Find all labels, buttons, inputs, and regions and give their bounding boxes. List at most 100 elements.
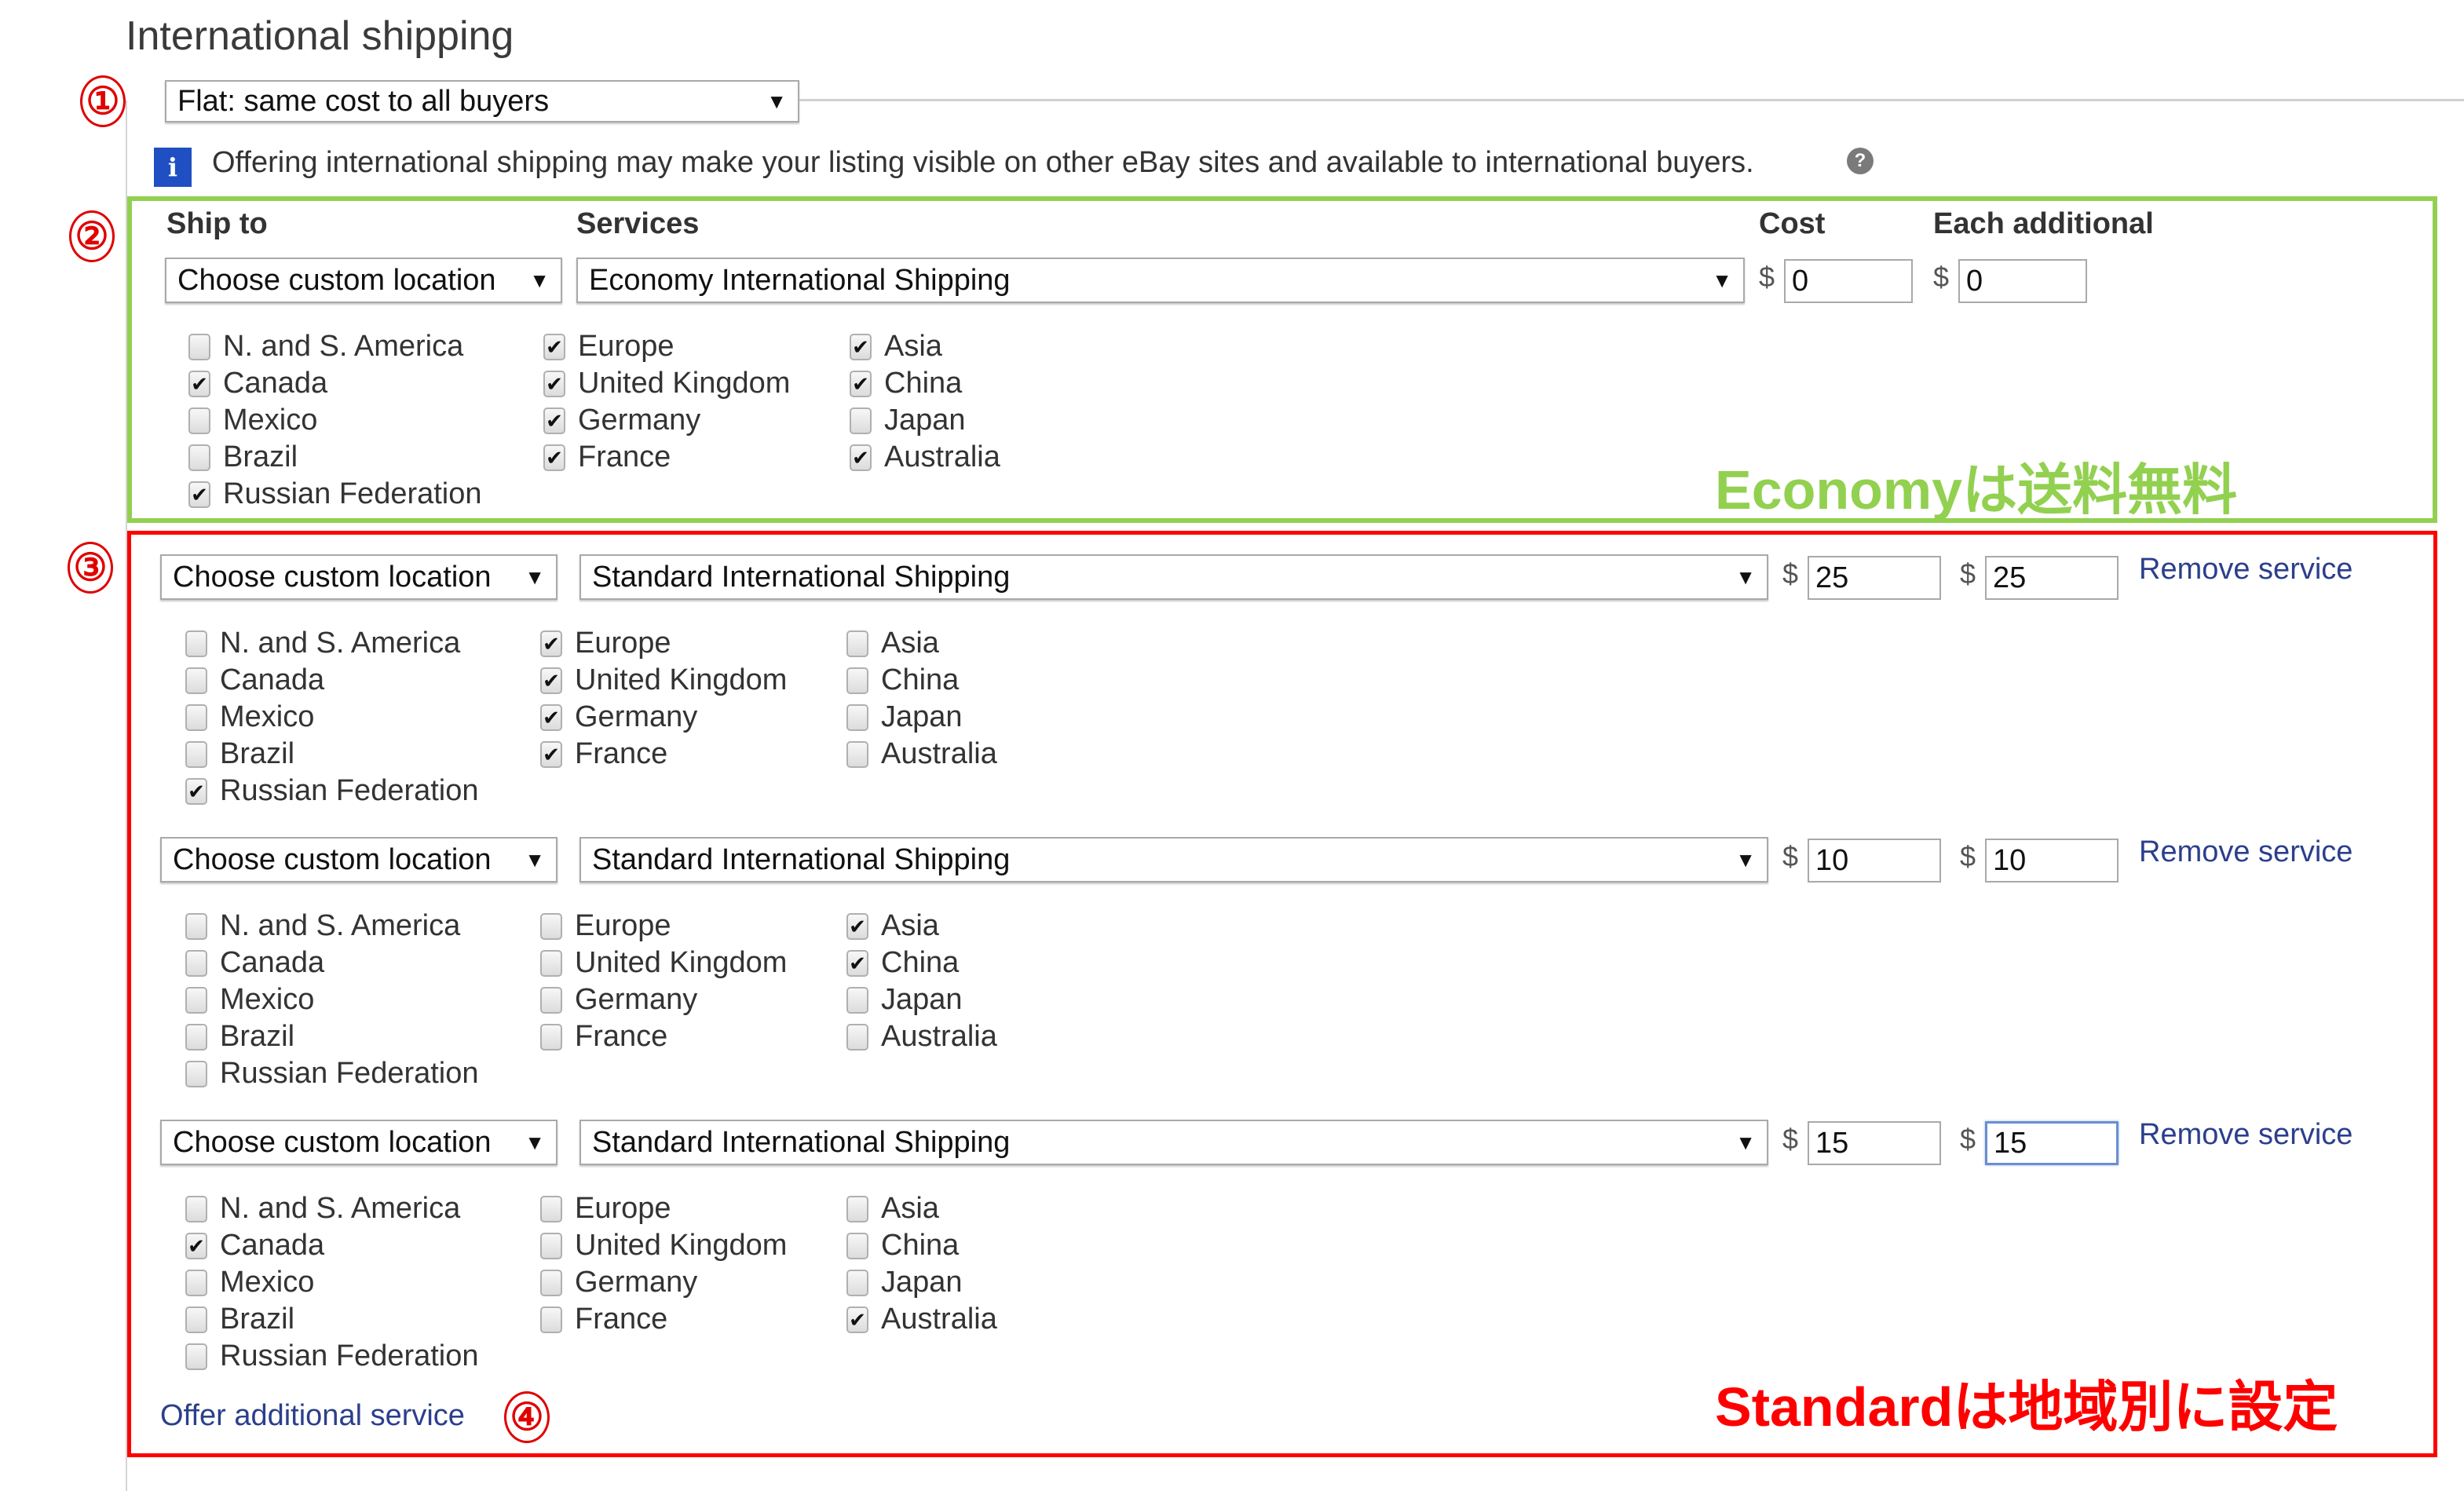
checkbox-checked[interactable]: ✔	[543, 370, 565, 397]
shipping-service-select[interactable]: Standard International Shipping ▼	[579, 1120, 1768, 1165]
each-additional-input[interactable]	[1958, 259, 2087, 303]
checkbox-unchecked[interactable]	[185, 1023, 207, 1051]
ship-to-location-select[interactable]: Choose custom location ▼	[160, 554, 558, 600]
region-checkbox-item[interactable]: Mexico	[185, 699, 314, 736]
region-checkbox-item[interactable]: Brazil	[188, 439, 298, 476]
checkbox-checked[interactable]: ✔	[185, 777, 207, 805]
cost-input[interactable]	[1784, 259, 1913, 303]
region-checkbox-item[interactable]: Asia	[846, 625, 939, 662]
region-checkbox-item[interactable]: Brazil	[185, 736, 294, 773]
region-checkbox-item[interactable]: Australia	[846, 1018, 997, 1055]
checkbox-checked[interactable]: ✔	[543, 333, 565, 360]
checkbox-unchecked[interactable]	[846, 1023, 868, 1051]
region-checkbox-item[interactable]: ✔ France	[543, 439, 671, 476]
checkbox-checked[interactable]: ✔	[540, 630, 562, 657]
region-checkbox-item[interactable]: ✔ Europe	[540, 625, 671, 662]
region-checkbox-item[interactable]: China	[846, 662, 959, 699]
checkbox-unchecked[interactable]	[846, 1232, 868, 1259]
cost-input[interactable]	[1808, 839, 1941, 883]
region-checkbox-item[interactable]: Russian Federation	[185, 1338, 479, 1375]
checkbox-unchecked[interactable]	[185, 1060, 207, 1087]
ship-to-location-select[interactable]: Choose custom location ▼	[160, 837, 558, 883]
region-checkbox-item[interactable]: ✔ Canada	[185, 1227, 324, 1264]
region-checkbox-item[interactable]: France	[540, 1018, 667, 1055]
region-checkbox-item[interactable]: ✔ Germany	[540, 699, 697, 736]
region-checkbox-item[interactable]: Japan	[846, 1264, 963, 1301]
remove-service-link[interactable]: Remove service	[2139, 835, 2352, 869]
region-checkbox-item[interactable]: China	[846, 1227, 959, 1264]
checkbox-unchecked[interactable]	[846, 986, 868, 1014]
checkbox-checked[interactable]: ✔	[846, 949, 868, 977]
checkbox-unchecked[interactable]	[846, 630, 868, 657]
each-additional-input[interactable]	[1985, 839, 2119, 883]
region-checkbox-item[interactable]: ✔ United Kingdom	[543, 365, 790, 402]
shipping-service-select[interactable]: Standard International Shipping ▼	[579, 837, 1768, 883]
checkbox-unchecked[interactable]	[846, 703, 868, 731]
checkbox-unchecked[interactable]	[185, 740, 207, 768]
shipping-service-select[interactable]: Standard International Shipping ▼	[579, 554, 1768, 600]
region-checkbox-item[interactable]: Mexico	[188, 402, 317, 439]
region-checkbox-item[interactable]: Japan	[850, 402, 966, 439]
region-checkbox-item[interactable]: ✔ China	[846, 945, 959, 981]
shipping-type-select[interactable]: Flat: same cost to all buyers ▼	[165, 80, 799, 122]
region-checkbox-item[interactable]: ✔ Canada	[188, 365, 327, 402]
checkbox-unchecked[interactable]	[185, 1195, 207, 1222]
checkbox-checked[interactable]: ✔	[540, 703, 562, 731]
checkbox-unchecked[interactable]	[846, 667, 868, 694]
checkbox-unchecked[interactable]	[185, 703, 207, 731]
checkbox-checked[interactable]: ✔	[850, 444, 872, 471]
region-checkbox-item[interactable]: ✔ Australia	[846, 1301, 997, 1338]
region-checkbox-item[interactable]: Brazil	[185, 1301, 294, 1338]
region-checkbox-item[interactable]: ✔ France	[540, 736, 667, 773]
region-checkbox-item[interactable]: Mexico	[185, 981, 314, 1018]
checkbox-unchecked[interactable]	[185, 630, 207, 657]
checkbox-unchecked[interactable]	[846, 1269, 868, 1296]
checkbox-unchecked[interactable]	[540, 949, 562, 977]
region-checkbox-item[interactable]: Canada	[185, 662, 324, 699]
checkbox-checked[interactable]: ✔	[540, 667, 562, 694]
region-checkbox-item[interactable]: Germany	[540, 981, 697, 1018]
region-checkbox-item[interactable]: United Kingdom	[540, 945, 787, 981]
checkbox-unchecked[interactable]	[850, 407, 872, 434]
checkbox-unchecked[interactable]	[188, 444, 210, 471]
region-checkbox-item[interactable]: N. and S. America	[188, 328, 463, 365]
checkbox-checked[interactable]: ✔	[846, 912, 868, 940]
remove-service-link[interactable]: Remove service	[2139, 1118, 2352, 1152]
region-checkbox-item[interactable]: Europe	[540, 1190, 671, 1227]
region-checkbox-item[interactable]: Russian Federation	[185, 1055, 479, 1092]
checkbox-unchecked[interactable]	[540, 986, 562, 1014]
region-checkbox-item[interactable]: Japan	[846, 699, 963, 736]
checkbox-unchecked[interactable]	[540, 1195, 562, 1222]
checkbox-unchecked[interactable]	[185, 949, 207, 977]
checkbox-unchecked[interactable]	[188, 407, 210, 434]
remove-service-link[interactable]: Remove service	[2139, 553, 2352, 587]
checkbox-unchecked[interactable]	[185, 1306, 207, 1333]
checkbox-unchecked[interactable]	[188, 333, 210, 360]
checkbox-checked[interactable]: ✔	[185, 1232, 207, 1259]
region-checkbox-item[interactable]: Germany	[540, 1264, 697, 1301]
checkbox-unchecked[interactable]	[846, 740, 868, 768]
region-checkbox-item[interactable]: N. and S. America	[185, 1190, 460, 1227]
offer-additional-service-link[interactable]: Offer additional service	[160, 1399, 465, 1433]
ship-to-location-select[interactable]: Choose custom location ▼	[160, 1120, 558, 1165]
each-additional-input[interactable]	[1985, 556, 2119, 600]
region-checkbox-item[interactable]: Australia	[846, 736, 997, 773]
region-checkbox-item[interactable]: ✔ Australia	[850, 439, 1000, 476]
region-checkbox-item[interactable]: ✔ United Kingdom	[540, 662, 787, 699]
region-checkbox-item[interactable]: ✔ Germany	[543, 402, 700, 439]
checkbox-unchecked[interactable]	[185, 912, 207, 940]
region-checkbox-item[interactable]: ✔ China	[850, 365, 962, 402]
region-checkbox-item[interactable]: N. and S. America	[185, 908, 460, 945]
checkbox-unchecked[interactable]	[540, 912, 562, 940]
checkbox-unchecked[interactable]	[185, 986, 207, 1014]
checkbox-unchecked[interactable]	[185, 1343, 207, 1370]
cost-input[interactable]	[1808, 556, 1941, 600]
checkbox-unchecked[interactable]	[846, 1195, 868, 1222]
region-checkbox-item[interactable]: Canada	[185, 945, 324, 981]
region-checkbox-item[interactable]: ✔ Russian Federation	[185, 773, 479, 809]
checkbox-unchecked[interactable]	[540, 1269, 562, 1296]
each-additional-input[interactable]	[1985, 1121, 2119, 1165]
checkbox-unchecked[interactable]	[185, 1269, 207, 1296]
checkbox-checked[interactable]: ✔	[543, 407, 565, 434]
checkbox-checked[interactable]: ✔	[540, 740, 562, 768]
